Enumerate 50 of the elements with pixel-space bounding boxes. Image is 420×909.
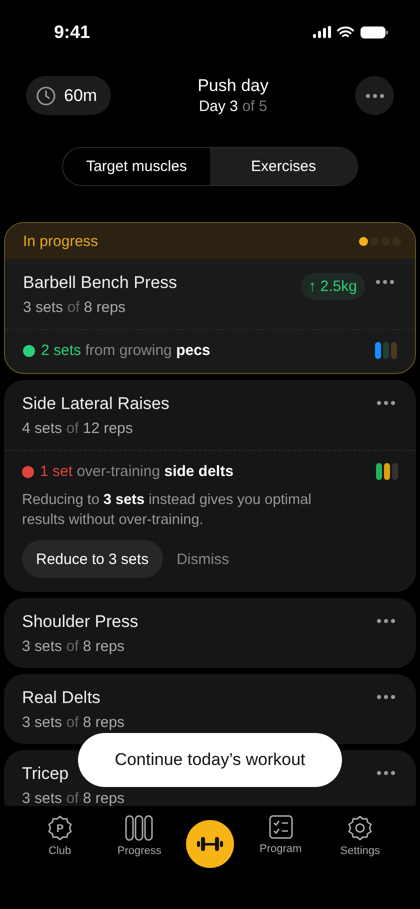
sets-reps: 4 sets of 12 reps (22, 420, 134, 437)
sets-reps: 3 sets of 8 reps (22, 638, 126, 655)
more-icon (376, 694, 396, 700)
continue-workout-button[interactable]: Continue today’s workout (78, 733, 342, 787)
bars-icon (125, 815, 154, 841)
sets-reps: 3 sets of 8 reps (22, 714, 126, 731)
more-icon (376, 618, 396, 624)
exercise-name: Tricep (22, 764, 70, 784)
more-icon (364, 92, 384, 98)
exercise-card[interactable]: Side Lateral Raises 4 sets of 12 reps 1 set over-training side delts Reducing to 3 sets instead gives you optimal results without over-training. Reduce to 3 sets Dismiss (4, 380, 416, 592)
more-icon (376, 770, 396, 776)
duration-button[interactable]: 60m (26, 76, 112, 115)
battery-icon (360, 26, 388, 38)
exercise-card[interactable]: In progress Barbell Bench Press 3 sets of 8 reps ↑ 2.5kg 2 sets from growing pecs (4, 222, 416, 374)
exercise-name: Shoulder Press (22, 612, 140, 632)
sets-reps: 3 sets of 8 reps (23, 299, 127, 316)
muscle-insight: 2 sets from growing pecs (41, 342, 212, 359)
nav-item[interactable]: Settings (327, 815, 394, 857)
signal-icon (313, 26, 331, 38)
workout-button[interactable] (186, 820, 234, 868)
wifi-icon (337, 26, 354, 38)
clock-icon (36, 86, 56, 106)
nav-item[interactable]: P Club (26, 815, 93, 857)
sets-reps: 3 sets of 8 reps (22, 790, 126, 806)
club-icon: P (46, 815, 73, 841)
muscle-insight: 1 set over-training side delts (40, 463, 234, 480)
status-label: In progress (23, 232, 98, 250)
checklist-icon (268, 815, 293, 839)
nav-item[interactable]: Progress (106, 815, 172, 857)
dismiss-button[interactable]: Dismiss (176, 550, 230, 568)
muscle-bars-icon (376, 463, 398, 480)
tab[interactable]: Exercises (210, 148, 357, 185)
muscle-bars-icon (375, 342, 397, 359)
more-button[interactable] (355, 76, 394, 115)
exercise-card[interactable]: Shoulder Press 3 sets of 8 reps (4, 598, 416, 668)
tab[interactable]: Target muscles (63, 148, 210, 185)
reduce-button[interactable]: Reduce to 3 sets (22, 540, 163, 578)
recommendation-text: Reducing to 3 sets instead gives you optimal results without over-training. (22, 491, 312, 530)
weight-increase-badge: ↑ 2.5kg (300, 273, 365, 300)
workout-title: Push day (198, 76, 268, 96)
exercise-name: Side Lateral Raises (22, 394, 170, 414)
more-icon (376, 400, 396, 406)
exercise-name: Real Delts (22, 688, 102, 708)
settings-icon (347, 815, 374, 841)
exercise-card[interactable]: Real Delts 3 sets of 8 reps (4, 674, 416, 744)
more-icon (375, 279, 395, 285)
exercise-name: Barbell Bench Press (23, 273, 178, 293)
clock-time: 9:41 (54, 22, 90, 42)
dumbbell-icon (196, 837, 223, 851)
nav-item[interactable]: Program (248, 815, 314, 855)
